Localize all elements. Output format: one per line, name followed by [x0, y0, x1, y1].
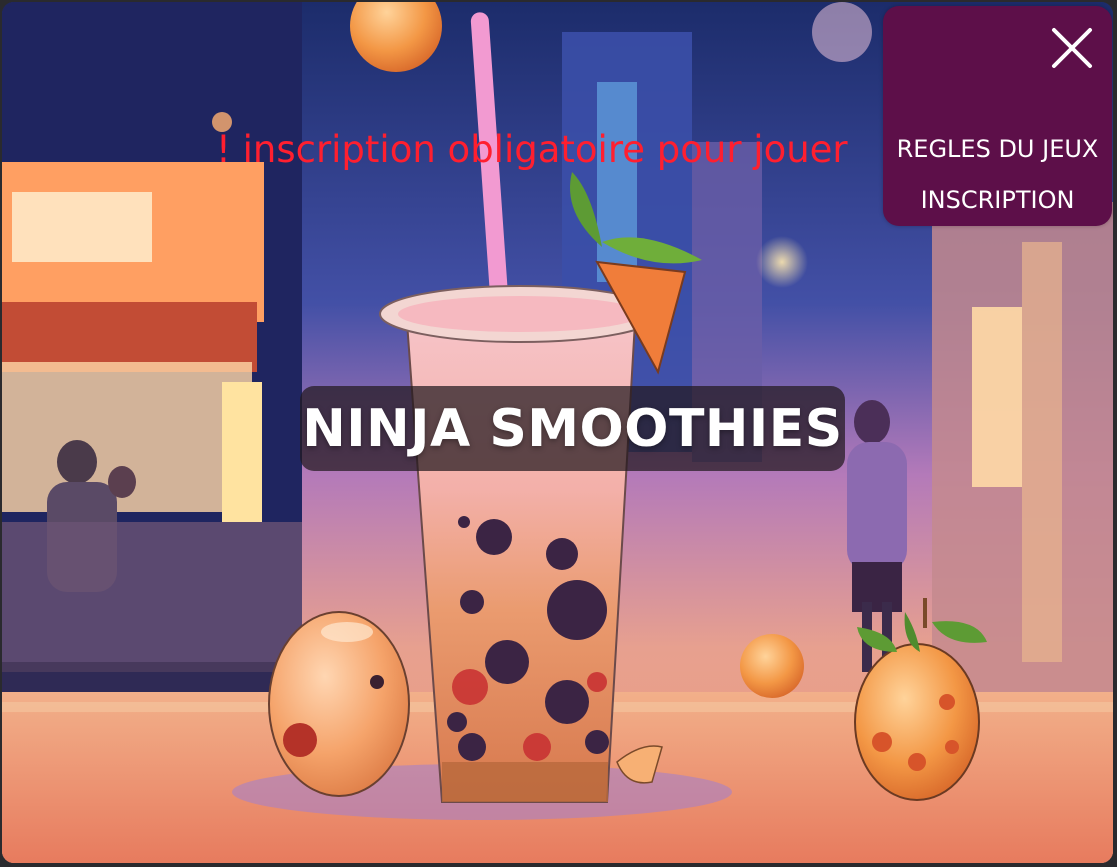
title-banner: NINJA SMOOTHIES — [300, 386, 845, 471]
close-button[interactable] — [1048, 24, 1096, 72]
menu-panel: REGLES DU JEUX INSCRIPTION — [883, 6, 1112, 226]
menu-item-rules[interactable]: REGLES DU JEUX — [883, 135, 1112, 163]
close-icon — [1052, 28, 1092, 68]
game-window: ! inscription obligatoire pour jouer NIN… — [2, 2, 1113, 863]
registration-warning: ! inscription obligatoire pour jouer — [216, 128, 848, 171]
menu-item-inscription[interactable]: INSCRIPTION — [883, 186, 1112, 214]
game-title: NINJA SMOOTHIES — [302, 398, 843, 459]
